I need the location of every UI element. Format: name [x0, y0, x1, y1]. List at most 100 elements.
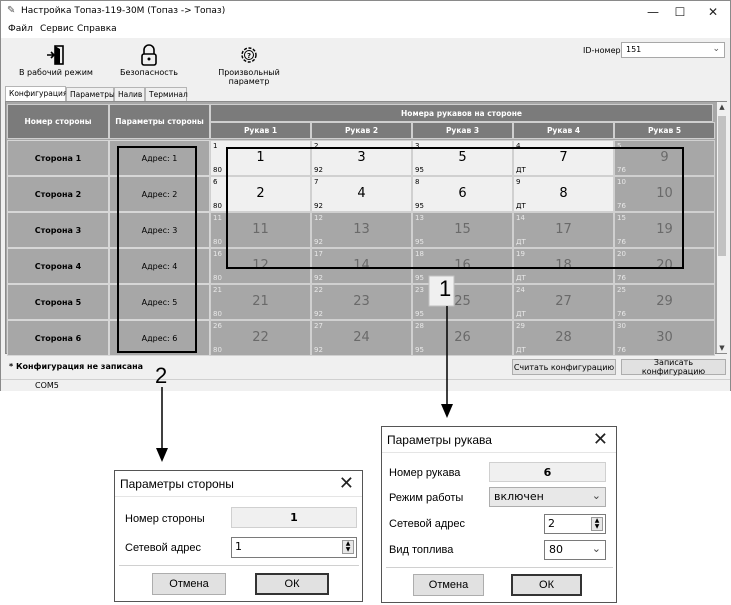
- toolbar: В рабочий режим Безопасность ? Произволь…: [1, 38, 730, 86]
- custom-param-button[interactable]: ? Произвольный параметр: [199, 42, 299, 86]
- work-mode-button[interactable]: В рабочий режим: [11, 42, 101, 77]
- grid-scrollbar[interactable]: ▲ ▼: [717, 102, 727, 353]
- read-config-button[interactable]: Считать конфигурацию: [512, 359, 616, 375]
- hose-index: 21: [213, 286, 222, 294]
- hose-cell[interactable]: 24 27 ДТ: [513, 284, 614, 320]
- side-label[interactable]: Сторона 2: [7, 176, 109, 212]
- hoses-highlight-frame: [226, 147, 684, 269]
- fuel-type: 92: [314, 346, 323, 354]
- hose-number: 21: [252, 294, 269, 309]
- side-params-dialog: Параметры стороны ✕ Номер стороны 1 Сете…: [114, 470, 363, 602]
- fuel-type: 95: [415, 274, 424, 282]
- hose-index: 28: [415, 322, 424, 330]
- exit-door-icon: [11, 42, 101, 68]
- fuel-type: ДТ: [516, 310, 526, 318]
- title-bar: ✎ Настройка Топаз-119-30М (Топаз -> Топа…: [1, 1, 730, 23]
- hose-index: 11: [213, 214, 222, 222]
- tab-filling[interactable]: Налив: [114, 87, 145, 101]
- hose-index: 26: [213, 322, 222, 330]
- hose-mode-select[interactable]: включен ⌄: [489, 487, 606, 507]
- hose-cell[interactable]: 22 23 92: [311, 284, 412, 320]
- hose-number: 22: [252, 330, 269, 345]
- hose-number-value: 6: [489, 462, 606, 482]
- fuel-type: 80: [213, 166, 222, 174]
- menu-file[interactable]: Файл: [8, 24, 33, 34]
- hose-cell[interactable]: 26 22 80: [210, 320, 311, 356]
- hose-mode-value: включен: [494, 490, 544, 503]
- write-config-button[interactable]: Записать конфигурацию: [621, 358, 726, 376]
- hose-dialog-title: Параметры рукава: [387, 433, 492, 447]
- scroll-thumb[interactable]: [718, 116, 726, 256]
- hose-fuel-label: Вид топлива: [389, 544, 454, 556]
- hose-params-dialog: Параметры рукава ✕ Номер рукава 6 Режим …: [381, 426, 617, 603]
- callout-one: 1: [439, 276, 452, 301]
- fuel-type: 92: [314, 274, 323, 282]
- fuel-type: 92: [314, 310, 323, 318]
- divider: [119, 565, 359, 566]
- spin-arrows-icon[interactable]: ▲ ▼: [591, 517, 603, 531]
- id-number-select[interactable]: 151 ⌄: [621, 42, 725, 58]
- port-label: COM5: [35, 381, 59, 390]
- hose-index: 27: [314, 322, 323, 330]
- header-hose-2: Рукав 2: [311, 122, 412, 139]
- side-addr-stepper[interactable]: 1 ▲ ▼: [231, 537, 357, 558]
- hose-cell[interactable]: 21 21 80: [210, 284, 311, 320]
- hose-cell[interactable]: 23 25 95: [412, 284, 513, 320]
- scroll-down-icon[interactable]: ▼: [717, 344, 727, 352]
- hose-addr-label: Сетевой адрес: [389, 518, 466, 530]
- side-label[interactable]: Сторона 4: [7, 248, 109, 284]
- hose-number: 25: [454, 294, 471, 309]
- fuel-type: ДТ: [516, 346, 526, 354]
- divider: [386, 567, 613, 568]
- hose-cell[interactable]: 25 29 76: [614, 284, 715, 320]
- work-mode-label: В рабочий режим: [19, 68, 93, 77]
- status-row: * Конфигурация не записана Считать конфи…: [1, 356, 730, 378]
- fuel-type: 76: [617, 310, 626, 318]
- close-button[interactable]: ✕: [700, 3, 726, 21]
- id-number-value: 151: [626, 45, 642, 54]
- hose-number-label: Номер рукава: [389, 467, 461, 479]
- security-button[interactable]: Безопасность: [113, 42, 185, 77]
- hose-cell[interactable]: 27 24 92: [311, 320, 412, 356]
- side-addr-label: Сетевой адрес: [125, 542, 202, 554]
- addr-highlight-frame: [117, 146, 197, 353]
- spin-arrows-icon[interactable]: ▲ ▼: [342, 540, 354, 554]
- hose-index: 16: [213, 250, 222, 258]
- hose-fuel-value: 80: [549, 543, 563, 556]
- hose-addr-stepper[interactable]: 2 ▲ ▼: [544, 514, 606, 534]
- side-ok-button[interactable]: ОК: [255, 573, 329, 595]
- menu-help[interactable]: Справка: [77, 24, 117, 34]
- side-cancel-button[interactable]: Отмена: [152, 573, 226, 595]
- hose-cell[interactable]: 28 26 95: [412, 320, 513, 356]
- hose-fuel-select[interactable]: 80 ⌄: [544, 540, 606, 560]
- menu-service[interactable]: Сервис: [40, 24, 74, 34]
- hose-number: 26: [454, 330, 471, 345]
- close-icon[interactable]: ✕: [593, 429, 608, 450]
- minimize-button[interactable]: —: [640, 3, 666, 21]
- fuel-type: 76: [617, 346, 626, 354]
- side-label[interactable]: Сторона 6: [7, 320, 109, 356]
- chevron-down-icon: ⌄: [591, 542, 601, 555]
- tab-configuration[interactable]: Конфигурация: [5, 86, 67, 101]
- header-hoses-group: Номера рукавов на стороне: [210, 104, 713, 122]
- hose-index: 1: [213, 142, 218, 150]
- scroll-up-icon[interactable]: ▲: [717, 103, 727, 111]
- side-label[interactable]: Сторона 5: [7, 284, 109, 320]
- hose-number: 30: [656, 330, 673, 345]
- header-hose-1: Рукав 1: [210, 122, 311, 139]
- hose-cell[interactable]: 29 28 ДТ: [513, 320, 614, 356]
- maximize-button[interactable]: ☐: [667, 3, 693, 21]
- fuel-type: 80: [213, 346, 222, 354]
- side-label[interactable]: Сторона 3: [7, 212, 109, 248]
- gear-question-icon: ?: [199, 42, 299, 68]
- header-hose-3: Рукав 3: [412, 122, 513, 139]
- hose-number: 24: [353, 330, 370, 345]
- hose-ok-button[interactable]: ОК: [511, 574, 582, 596]
- hose-cancel-button[interactable]: Отмена: [413, 574, 484, 596]
- tab-parameters[interactable]: Параметры: [66, 87, 115, 101]
- hose-index: 6: [213, 178, 218, 186]
- tab-terminal[interactable]: Терминал: [145, 87, 188, 101]
- side-label[interactable]: Сторона 1: [7, 140, 109, 176]
- close-icon[interactable]: ✕: [339, 473, 354, 494]
- hose-cell[interactable]: 30 30 76: [614, 320, 715, 356]
